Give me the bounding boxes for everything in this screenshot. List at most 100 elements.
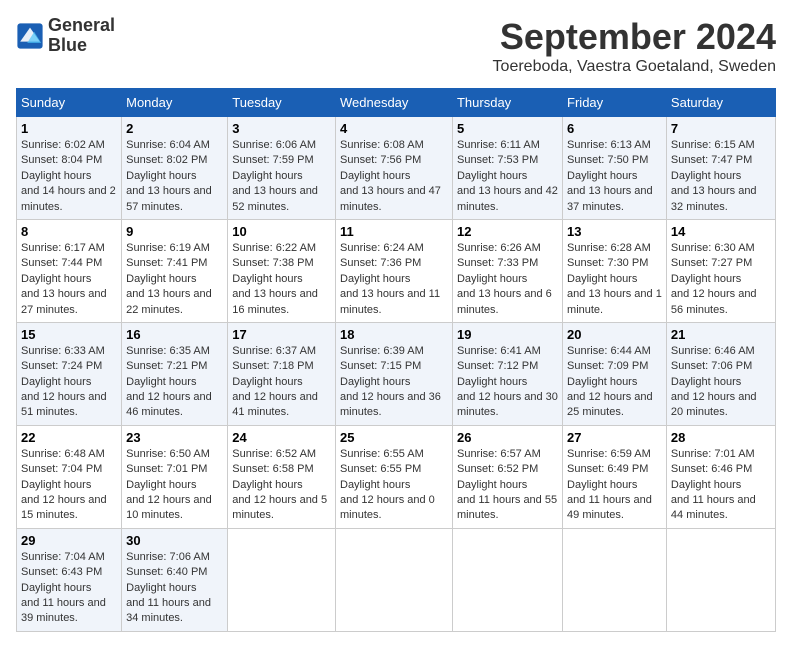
sunrise-label: Sunrise: 6:11 AM <box>457 139 540 151</box>
daylight-duration: and 13 hours and 37 minutes. <box>567 185 653 212</box>
sunrise-label: Sunrise: 6:55 AM <box>340 448 424 460</box>
sunset-label: Sunset: 8:04 PM <box>21 154 102 166</box>
sunrise-label: Sunrise: 6:19 AM <box>126 242 210 254</box>
week-row-1: 1 Sunrise: 6:02 AM Sunset: 8:04 PM Dayli… <box>17 117 776 220</box>
day-header-friday: Friday <box>563 89 667 117</box>
sunset-label: Sunset: 7:24 PM <box>21 360 102 372</box>
day-cell: 19 Sunrise: 6:41 AM Sunset: 7:12 PM Dayl… <box>452 322 562 425</box>
daylight-label: Daylight hours <box>340 273 410 285</box>
day-cell: 22 Sunrise: 6:48 AM Sunset: 7:04 PM Dayl… <box>17 425 122 528</box>
daylight-duration: and 13 hours and 16 minutes. <box>232 288 318 315</box>
day-header-monday: Monday <box>122 89 228 117</box>
day-data: Sunrise: 6:50 AM Sunset: 7:01 PM Dayligh… <box>126 447 223 524</box>
day-data: Sunrise: 6:37 AM Sunset: 7:18 PM Dayligh… <box>232 344 331 421</box>
daylight-label: Daylight hours <box>567 170 637 182</box>
day-cell <box>666 528 775 631</box>
day-number: 20 <box>567 327 662 342</box>
day-data: Sunrise: 7:06 AM Sunset: 6:40 PM Dayligh… <box>126 550 223 627</box>
daylight-duration: and 13 hours and 1 minute. <box>567 288 662 315</box>
sunset-label: Sunset: 6:58 PM <box>232 463 313 475</box>
day-data: Sunrise: 7:01 AM Sunset: 6:46 PM Dayligh… <box>671 447 771 524</box>
week-row-5: 29 Sunrise: 7:04 AM Sunset: 6:43 PM Dayl… <box>17 528 776 631</box>
day-cell <box>228 528 336 631</box>
daylight-label: Daylight hours <box>457 273 527 285</box>
day-cell: 3 Sunrise: 6:06 AM Sunset: 7:59 PM Dayli… <box>228 117 336 220</box>
logo-line2: Blue <box>48 36 115 56</box>
day-number: 3 <box>232 121 331 136</box>
day-cell: 16 Sunrise: 6:35 AM Sunset: 7:21 PM Dayl… <box>122 322 228 425</box>
daylight-duration: and 13 hours and 42 minutes. <box>457 185 558 212</box>
sunrise-label: Sunrise: 6:04 AM <box>126 139 210 151</box>
title-block: September 2024 Toereboda, Vaestra Goetal… <box>493 16 776 76</box>
day-number: 7 <box>671 121 771 136</box>
day-cell: 25 Sunrise: 6:55 AM Sunset: 6:55 PM Dayl… <box>336 425 453 528</box>
sunset-label: Sunset: 7:44 PM <box>21 257 102 269</box>
sunset-label: Sunset: 7:21 PM <box>126 360 207 372</box>
sunset-label: Sunset: 7:18 PM <box>232 360 313 372</box>
daylight-label: Daylight hours <box>126 376 196 388</box>
day-cell: 4 Sunrise: 6:08 AM Sunset: 7:56 PM Dayli… <box>336 117 453 220</box>
sunrise-label: Sunrise: 6:17 AM <box>21 242 105 254</box>
day-number: 26 <box>457 430 558 445</box>
daylight-duration: and 12 hours and 5 minutes. <box>232 494 327 521</box>
day-data: Sunrise: 6:06 AM Sunset: 7:59 PM Dayligh… <box>232 138 331 215</box>
daylight-duration: and 12 hours and 46 minutes. <box>126 391 212 418</box>
daylight-label: Daylight hours <box>126 479 196 491</box>
sunrise-label: Sunrise: 6:30 AM <box>671 242 755 254</box>
day-cell: 15 Sunrise: 6:33 AM Sunset: 7:24 PM Dayl… <box>17 322 122 425</box>
sunrise-label: Sunrise: 7:01 AM <box>671 448 755 460</box>
day-number: 14 <box>671 224 771 239</box>
day-cell: 24 Sunrise: 6:52 AM Sunset: 6:58 PM Dayl… <box>228 425 336 528</box>
sunrise-label: Sunrise: 6:13 AM <box>567 139 651 151</box>
sunrise-label: Sunrise: 6:35 AM <box>126 345 210 357</box>
day-data: Sunrise: 6:48 AM Sunset: 7:04 PM Dayligh… <box>21 447 117 524</box>
daylight-duration: and 12 hours and 51 minutes. <box>21 391 107 418</box>
sunrise-label: Sunrise: 6:59 AM <box>567 448 651 460</box>
sunrise-label: Sunrise: 6:06 AM <box>232 139 316 151</box>
sunrise-label: Sunrise: 7:04 AM <box>21 551 105 563</box>
day-cell: 8 Sunrise: 6:17 AM Sunset: 7:44 PM Dayli… <box>17 219 122 322</box>
daylight-label: Daylight hours <box>21 170 91 182</box>
sunrise-label: Sunrise: 6:33 AM <box>21 345 105 357</box>
daylight-label: Daylight hours <box>21 376 91 388</box>
daylight-duration: and 12 hours and 41 minutes. <box>232 391 318 418</box>
day-header-saturday: Saturday <box>666 89 775 117</box>
daylight-label: Daylight hours <box>126 273 196 285</box>
day-data: Sunrise: 7:04 AM Sunset: 6:43 PM Dayligh… <box>21 550 117 627</box>
daylight-duration: and 12 hours and 20 minutes. <box>671 391 757 418</box>
week-row-4: 22 Sunrise: 6:48 AM Sunset: 7:04 PM Dayl… <box>17 425 776 528</box>
day-cell: 6 Sunrise: 6:13 AM Sunset: 7:50 PM Dayli… <box>563 117 667 220</box>
daylight-duration: and 13 hours and 52 minutes. <box>232 185 318 212</box>
day-cell <box>563 528 667 631</box>
sunset-label: Sunset: 7:30 PM <box>567 257 648 269</box>
sunset-label: Sunset: 6:55 PM <box>340 463 421 475</box>
day-data: Sunrise: 6:15 AM Sunset: 7:47 PM Dayligh… <box>671 138 771 215</box>
daylight-label: Daylight hours <box>567 479 637 491</box>
day-cell: 2 Sunrise: 6:04 AM Sunset: 8:02 PM Dayli… <box>122 117 228 220</box>
page-header: General Blue September 2024 Toereboda, V… <box>16 16 776 76</box>
daylight-duration: and 12 hours and 15 minutes. <box>21 494 107 521</box>
daylight-duration: and 13 hours and 27 minutes. <box>21 288 107 315</box>
day-cell: 1 Sunrise: 6:02 AM Sunset: 8:04 PM Dayli… <box>17 117 122 220</box>
day-data: Sunrise: 6:28 AM Sunset: 7:30 PM Dayligh… <box>567 241 662 318</box>
day-cell: 10 Sunrise: 6:22 AM Sunset: 7:38 PM Dayl… <box>228 219 336 322</box>
day-cell: 12 Sunrise: 6:26 AM Sunset: 7:33 PM Dayl… <box>452 219 562 322</box>
day-data: Sunrise: 6:52 AM Sunset: 6:58 PM Dayligh… <box>232 447 331 524</box>
sunset-label: Sunset: 7:59 PM <box>232 154 313 166</box>
sunset-label: Sunset: 7:33 PM <box>457 257 538 269</box>
day-cell: 26 Sunrise: 6:57 AM Sunset: 6:52 PM Dayl… <box>452 425 562 528</box>
daylight-label: Daylight hours <box>671 479 741 491</box>
sunset-label: Sunset: 6:46 PM <box>671 463 752 475</box>
sunset-label: Sunset: 7:01 PM <box>126 463 207 475</box>
sunrise-label: Sunrise: 6:24 AM <box>340 242 424 254</box>
day-data: Sunrise: 6:13 AM Sunset: 7:50 PM Dayligh… <box>567 138 662 215</box>
sunset-label: Sunset: 6:43 PM <box>21 566 102 578</box>
daylight-label: Daylight hours <box>232 376 302 388</box>
daylight-label: Daylight hours <box>671 273 741 285</box>
daylight-label: Daylight hours <box>126 170 196 182</box>
day-number: 29 <box>21 533 117 548</box>
daylight-duration: and 11 hours and 44 minutes. <box>671 494 756 521</box>
sunset-label: Sunset: 6:40 PM <box>126 566 207 578</box>
day-number: 2 <box>126 121 223 136</box>
sunset-label: Sunset: 6:49 PM <box>567 463 648 475</box>
